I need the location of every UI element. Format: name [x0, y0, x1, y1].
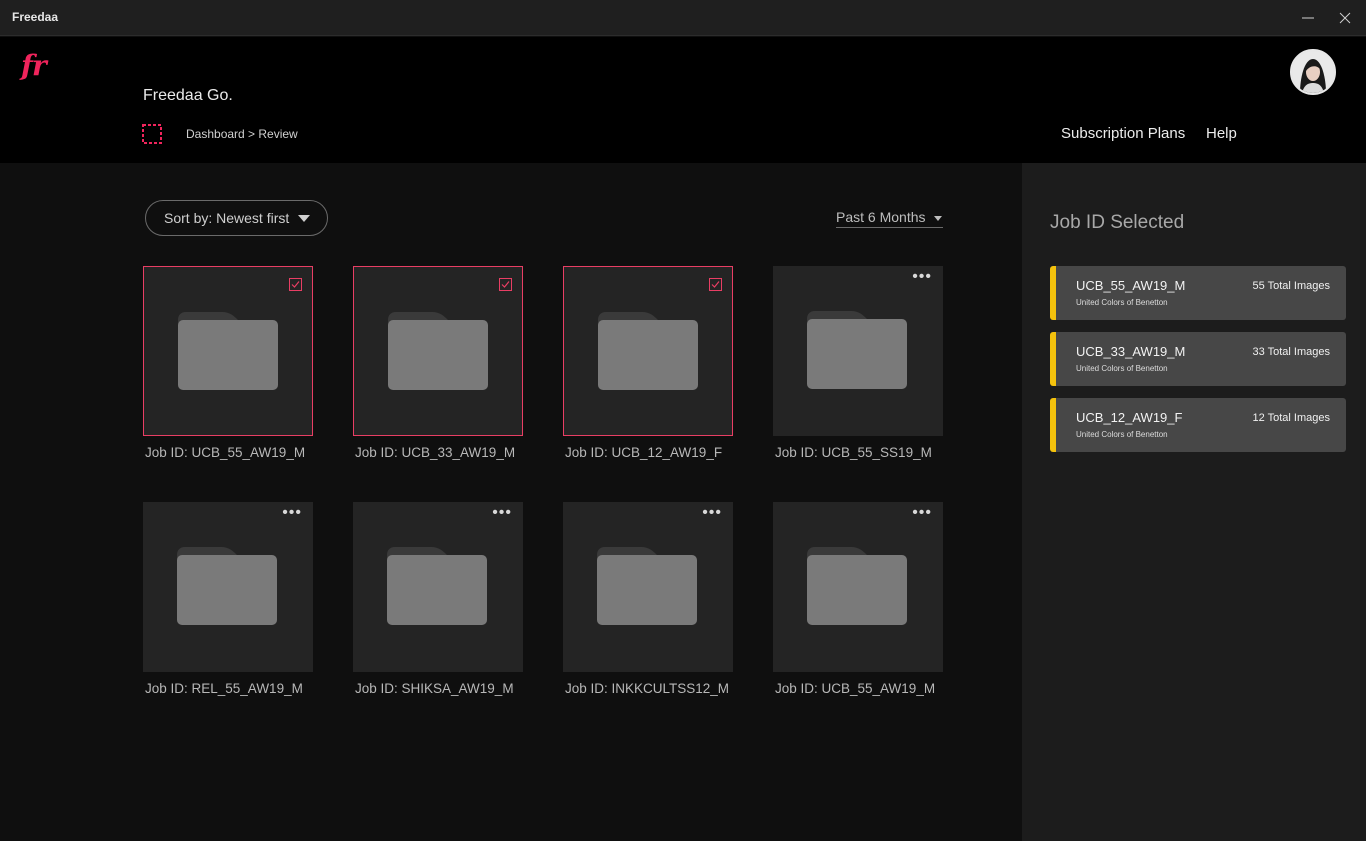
selected-job-id: UCB_33_AW19_M — [1076, 344, 1186, 359]
folder-icon — [807, 311, 907, 394]
close-icon — [1339, 12, 1351, 24]
job-folder-tile[interactable] — [143, 266, 313, 436]
user-avatar-icon — [1292, 51, 1334, 93]
more-options-icon[interactable]: ••• — [702, 505, 722, 521]
minimize-icon — [1302, 17, 1314, 19]
job-folder-tile[interactable] — [563, 266, 733, 436]
selected-job-id: UCB_12_AW19_F — [1076, 410, 1183, 425]
folder-icon — [387, 547, 487, 630]
job-id-label: Job ID: UCB_12_AW19_F — [565, 445, 723, 460]
job-id-label: Job ID: REL_55_AW19_M — [145, 681, 303, 696]
folder-icon — [807, 547, 907, 630]
job-id-label: Job ID: SHIKSA_AW19_M — [355, 681, 514, 696]
selected-job-count: 55 Total Images — [1252, 280, 1330, 292]
period-label: Past 6 Months — [836, 209, 926, 225]
caret-down-icon — [298, 214, 311, 222]
title-bar: Freedaa — [0, 0, 1366, 36]
selected-job-card[interactable]: UCB_55_AW19_M United Colors of Benetton 55… — [1050, 266, 1346, 320]
selected-job-brand: United Colors of Benetton — [1076, 364, 1168, 373]
help-link[interactable]: Help — [1206, 125, 1237, 142]
more-options-icon[interactable]: ••• — [912, 269, 932, 285]
job-id-label: Job ID: UCB_55_AW19_M — [145, 445, 306, 460]
sort-dropdown[interactable]: Sort by: Newest first — [145, 200, 328, 236]
logo[interactable]: fr — [21, 49, 47, 82]
selected-job-card[interactable]: UCB_33_AW19_M United Colors of Benetton 33… — [1050, 332, 1346, 386]
checkbox-checked-icon[interactable] — [499, 278, 512, 291]
job-folder-tile[interactable]: ••• — [143, 502, 313, 672]
more-options-icon[interactable]: ••• — [912, 505, 932, 521]
job-id-label: Job ID: UCB_33_AW19_M — [355, 445, 516, 460]
avatar[interactable] — [1290, 49, 1336, 95]
job-id-label: Job ID: UCB_55_AW19_M — [775, 681, 936, 696]
window-title: Freedaa — [12, 10, 59, 24]
crop-select-icon[interactable] — [142, 124, 162, 144]
app-header: fr Freedaa Go. Dashboard > Review Subscr… — [0, 37, 1366, 163]
checkbox-checked-icon[interactable] — [709, 278, 722, 291]
more-options-icon[interactable]: ••• — [282, 505, 302, 521]
minimize-button[interactable] — [1290, 4, 1326, 32]
job-id-label: Job ID: INKKCULTSS12_M — [565, 681, 730, 696]
selected-job-id: UCB_55_AW19_M — [1076, 278, 1186, 293]
selected-job-card[interactable]: UCB_12_AW19_F United Colors of Benetton 12… — [1050, 398, 1346, 452]
subscription-plans-link[interactable]: Subscription Plans — [1061, 125, 1185, 142]
more-options-icon[interactable]: ••• — [492, 505, 512, 521]
folder-icon — [598, 312, 698, 395]
selected-job-count: 33 Total Images — [1252, 346, 1330, 358]
folder-icon — [177, 547, 277, 630]
breadcrumb[interactable]: Dashboard > Review — [186, 127, 298, 141]
checkbox-checked-icon[interactable] — [289, 278, 302, 291]
caret-down-icon — [933, 216, 942, 221]
brand-title: Freedaa Go. — [143, 87, 233, 104]
folder-icon — [388, 312, 488, 395]
panel-title: Job ID Selected — [1050, 212, 1185, 233]
folder-icon — [597, 547, 697, 630]
job-folder-tile[interactable]: ••• — [773, 266, 943, 436]
selected-job-brand: United Colors of Benetton — [1076, 298, 1168, 307]
job-folder-tile[interactable]: ••• — [773, 502, 943, 672]
selected-job-brand: United Colors of Benetton — [1076, 430, 1168, 439]
job-folder-tile[interactable] — [353, 266, 523, 436]
job-folder-tile[interactable]: ••• — [563, 502, 733, 672]
selected-job-count: 12 Total Images — [1252, 412, 1330, 424]
period-dropdown[interactable]: Past 6 Months — [836, 209, 943, 228]
job-folder-tile[interactable]: ••• — [353, 502, 523, 672]
close-button[interactable] — [1327, 4, 1363, 32]
job-id-label: Job ID: UCB_55_SS19_M — [775, 445, 932, 460]
sort-label: Sort by: Newest first — [164, 210, 290, 226]
folder-icon — [178, 312, 278, 395]
selected-jobs-panel: Job ID Selected UCB_55_AW19_M United Colo… — [1022, 163, 1366, 841]
